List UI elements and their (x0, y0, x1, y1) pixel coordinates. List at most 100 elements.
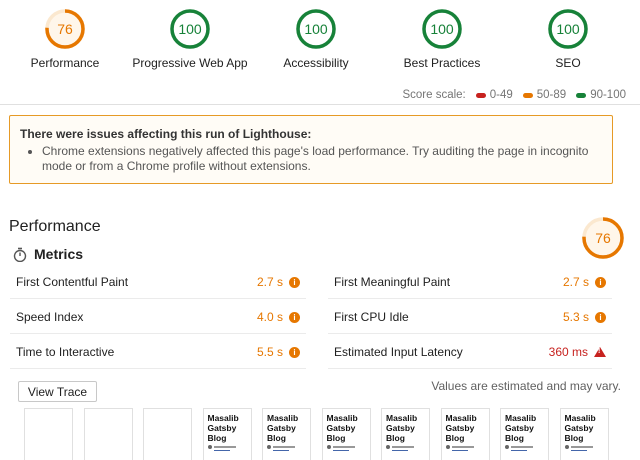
info-icon: i (289, 311, 300, 323)
gauge-seo[interactable]: 100 SEO (493, 8, 640, 70)
scale-legend-average: 50-89 (522, 89, 567, 101)
metric-label: First Meaningful Paint (334, 275, 451, 289)
gauge-label: SEO (555, 56, 581, 70)
frame-detail (511, 446, 533, 448)
warning-triangle-icon: ! (594, 347, 606, 357)
warning-item: Chrome extensions negatively affected th… (42, 144, 602, 174)
frame-title: Masalib Gatsby Blog (267, 413, 299, 443)
frame-detail (273, 450, 289, 451)
gauge-score: 76 (595, 230, 611, 246)
orange-pill-icon (522, 92, 533, 98)
warning-list: Chrome extensions negatively affected th… (20, 144, 602, 174)
scale-range: 50-89 (536, 89, 567, 101)
scale-range: 90-100 (590, 89, 626, 101)
gauge-score: 100 (430, 21, 454, 37)
frame-detail (392, 450, 408, 451)
filmstrip-frame: Masalib Gatsby Blog (321, 408, 371, 460)
gauge-score: 100 (556, 21, 580, 37)
scale-legend-fail: 0-49 (475, 89, 513, 101)
info-icon: i (595, 276, 606, 288)
estimate-note: Values are estimated and may vary. (431, 379, 621, 393)
metric-first-contentful-paint[interactable]: First Contentful Paint 2.7 s i (10, 266, 306, 299)
metric-first-cpu-idle[interactable]: First CPU Idle 5.3 s i (328, 301, 612, 334)
gauge-ring: 100 (422, 9, 462, 49)
frame-title: Masalib Gatsby Blog (564, 413, 596, 443)
stopwatch-icon (13, 247, 27, 262)
warning-box: There were issues affecting this run of … (9, 115, 613, 184)
metric-first-meaningful-paint[interactable]: First Meaningful Paint 2.7 s i (328, 266, 612, 299)
filmstrip-frame-blank (24, 408, 73, 460)
scale-legend-pass: 90-100 (576, 89, 626, 101)
info-icon: i (289, 276, 300, 288)
gauge-ring: 100 (296, 9, 336, 49)
metric-value: 360 ms (548, 345, 588, 359)
filmstrip-frame-blank (143, 408, 192, 460)
scale-range: 0-49 (489, 89, 513, 101)
filmstrip-frame-blank (83, 408, 133, 460)
frame-detail (267, 445, 271, 449)
warning-title: There were issues affecting this run of … (20, 127, 312, 141)
frame-detail (564, 445, 569, 449)
performance-score-gauge: 76 (581, 216, 625, 265)
gauge-score: 100 (304, 21, 328, 37)
frame-detail (207, 445, 212, 449)
frame-detail (326, 445, 331, 449)
green-pill-icon (576, 92, 587, 98)
filmstrip-frame: Masalib Gatsby Blog (262, 408, 311, 460)
gauge-ring: 100 (548, 9, 588, 49)
frame-detail (332, 446, 355, 448)
performance-title: Performance (9, 218, 101, 235)
filmstrip-frame: Masalib Gatsby Blog (559, 408, 609, 460)
frame-title: Masalib Gatsby Blog (505, 413, 537, 443)
frame-detail (273, 446, 295, 448)
metric-label: Speed Index (16, 310, 84, 324)
gauge-ring: 76 (45, 9, 85, 49)
frame-detail (451, 446, 474, 448)
info-icon: i (289, 346, 300, 358)
filmstrip-frame: Masalib Gatsby Blog (440, 408, 490, 460)
frame-title: Masalib Gatsby Blog (445, 413, 477, 443)
metric-label: First Contentful Paint (16, 275, 129, 289)
red-pill-icon (475, 92, 486, 98)
frame-detail (386, 445, 390, 449)
metric-value: 2.7 s (562, 275, 589, 289)
frame-title: Masalib Gatsby Blog (326, 413, 358, 443)
frame-detail (570, 446, 593, 448)
frame-detail (570, 450, 587, 451)
gauge-ring: 76 (582, 217, 624, 259)
frame-detail (392, 446, 414, 448)
metric-label: First CPU Idle (334, 310, 409, 324)
frame-detail (511, 450, 527, 451)
filmstrip-frame: Masalib Gatsby Blog (202, 408, 252, 460)
metrics-title: Metrics (34, 246, 84, 262)
metric-value: 2.7 s (256, 275, 283, 289)
gauge-score: 76 (57, 21, 73, 37)
frame-detail (451, 450, 468, 451)
gauge-ring: 100 (170, 9, 210, 49)
divider (0, 104, 640, 105)
info-icon: i (595, 311, 606, 323)
gauge-score: 100 (178, 21, 202, 37)
metric-value: 4.0 s (256, 310, 283, 324)
score-gauges: 76 Performance 100 Progressive Web App 1… (0, 0, 640, 86)
frame-detail (445, 445, 450, 449)
metric-value: 5.5 s (256, 345, 283, 359)
metric-estimated-input-latency[interactable]: Estimated Input Latency 360 ms ! (328, 336, 612, 369)
frame-title: Masalib Gatsby Blog (207, 413, 239, 443)
frame-detail (213, 446, 236, 448)
score-scale-label: Score scale: (402, 89, 466, 101)
metric-speed-index[interactable]: Speed Index 4.0 s i (10, 301, 306, 334)
metric-label: Estimated Input Latency (334, 345, 463, 359)
frame-detail (332, 450, 349, 451)
frame-detail (213, 450, 230, 451)
view-trace-button[interactable]: View Trace (18, 381, 97, 402)
metrics-header: Metrics (13, 246, 83, 262)
frame-detail (505, 445, 509, 449)
filmstrip-frame: Masalib Gatsby Blog (381, 408, 430, 460)
frame-title: Masalib Gatsby Blog (386, 413, 418, 443)
score-scale: Score scale: 0-49 50-89 90-100 (402, 89, 626, 101)
metric-time-to-interactive[interactable]: Time to Interactive 5.5 s i (10, 336, 306, 369)
filmstrip-frame: Masalib Gatsby Blog (500, 408, 549, 460)
metric-label: Time to Interactive (16, 345, 115, 359)
metric-value: 5.3 s (562, 310, 589, 324)
